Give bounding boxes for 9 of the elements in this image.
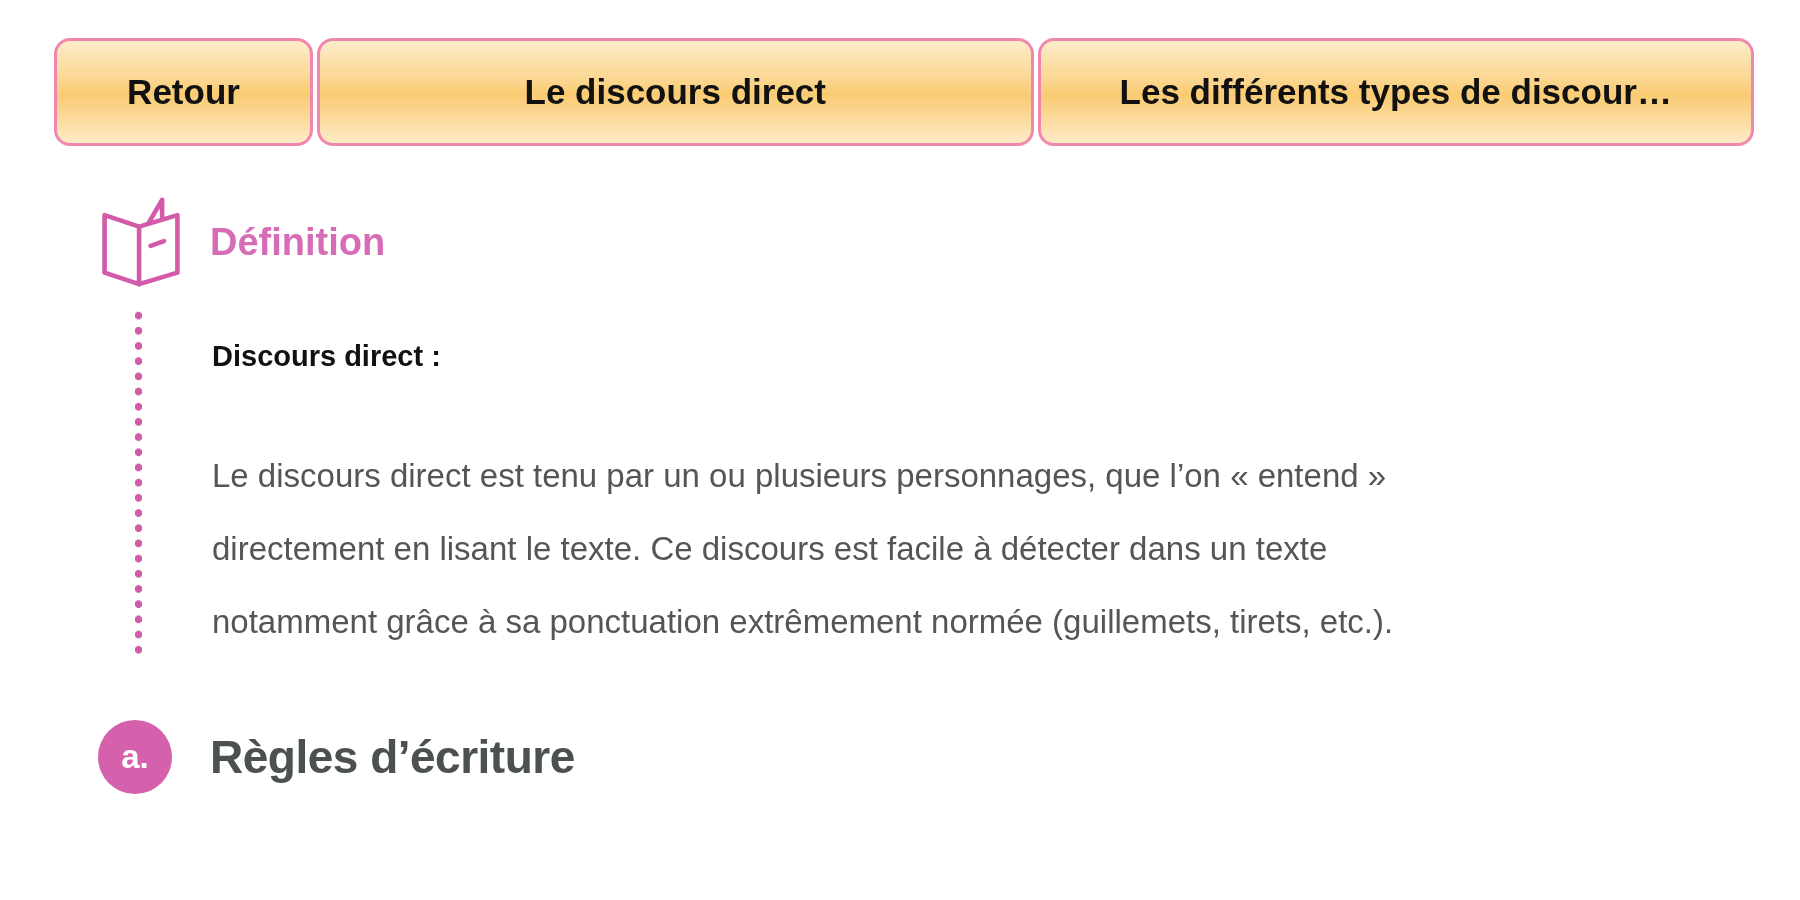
book-icon	[100, 196, 182, 288]
section-title: Règles d’écriture	[210, 730, 575, 784]
definition-term: Discours direct :	[212, 340, 442, 373]
nav-button[interactable]: Les différents types de discour…	[1037, 38, 1754, 146]
definition-title: Définition	[210, 220, 386, 264]
nav-button[interactable]: Retour	[54, 38, 313, 146]
section-marker: a.	[98, 720, 172, 794]
nav-button[interactable]: Le discours direct	[317, 38, 1034, 146]
definition-text: Le discours direct est tenu par un ou plusieurs personnages, que l’on « entend » directement en lisant le texte. Ce discours est facile à détecter dans un texte notamment grâce à sa ponctuation extrêmement normée (guillemets, tirets, etc.).	[212, 456, 1395, 642]
